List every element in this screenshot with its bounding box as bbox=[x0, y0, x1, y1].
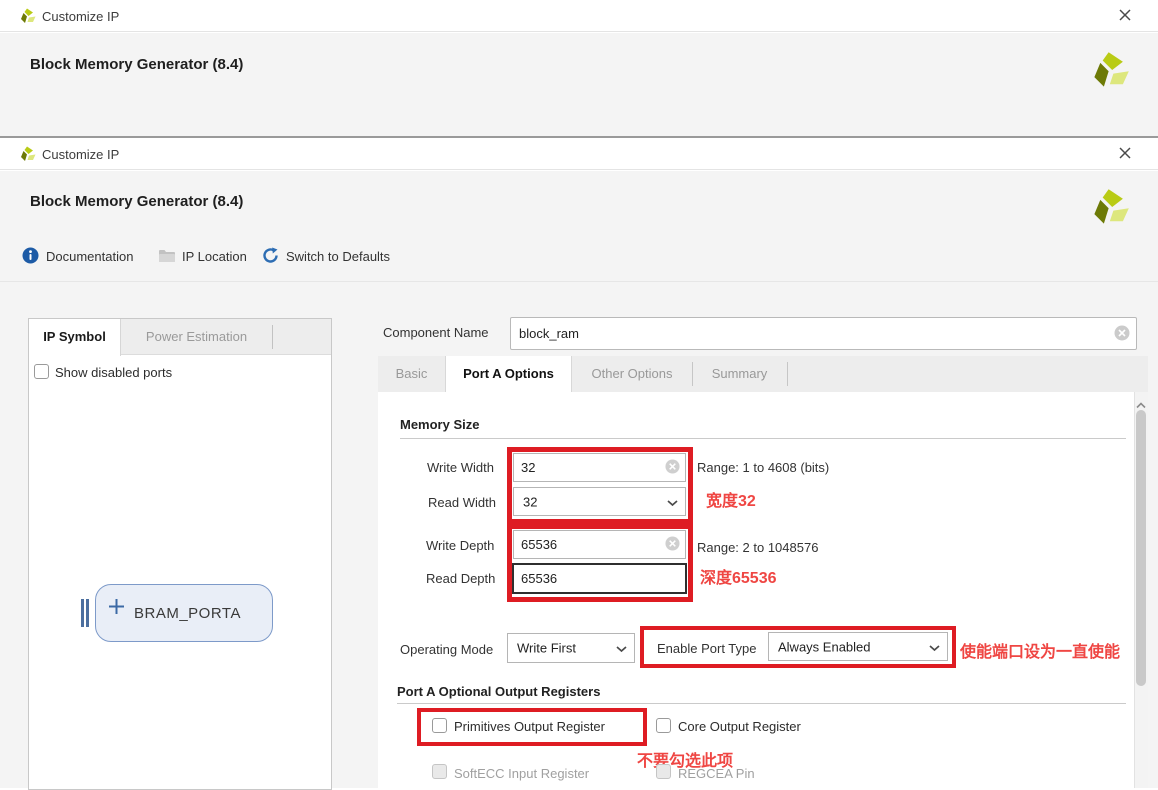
toolbar-divider bbox=[0, 281, 1158, 282]
close-icon[interactable] bbox=[1118, 8, 1136, 26]
enable-port-type-label: Enable Port Type bbox=[657, 641, 757, 656]
regcea-pin-checkbox bbox=[656, 764, 671, 779]
expand-plus-icon[interactable] bbox=[108, 598, 125, 618]
bram-porta-block[interactable]: BRAM_PORTA bbox=[95, 584, 273, 642]
regcea-pin-label: REGCEA Pin bbox=[678, 766, 755, 781]
read-width-label: Read Width bbox=[428, 495, 496, 510]
front-window-title: Customize IP bbox=[42, 147, 119, 162]
output-registers-heading: Port A Optional Output Registers bbox=[397, 684, 600, 699]
show-disabled-ports-label: Show disabled ports bbox=[55, 365, 172, 380]
core-output-register-label: Core Output Register bbox=[678, 719, 801, 734]
softecc-input-register-checkbox bbox=[432, 764, 447, 779]
xilinx-logo-icon bbox=[20, 146, 36, 165]
section-rule bbox=[400, 438, 1126, 439]
write-width-range: Range: 1 to 4608 (bits) bbox=[697, 460, 829, 475]
operating-mode-dropdown[interactable]: Write First bbox=[507, 633, 635, 663]
tab-summary[interactable]: Summary bbox=[692, 356, 787, 392]
read-width-dropdown[interactable]: 32 bbox=[513, 487, 686, 516]
write-width-input[interactable] bbox=[514, 454, 685, 481]
ip-location-button[interactable]: IP Location bbox=[182, 249, 247, 264]
clear-icon[interactable] bbox=[1114, 325, 1130, 344]
component-name-input[interactable] bbox=[511, 318, 1136, 349]
enable-port-annotation: 使能端口设为一直使能 bbox=[960, 638, 1120, 662]
tab-power-estimation[interactable]: Power Estimation bbox=[121, 319, 272, 355]
write-depth-input[interactable] bbox=[514, 531, 685, 558]
tab-ip-symbol[interactable]: IP Symbol bbox=[29, 319, 121, 356]
back-window-titlebar: Customize IP bbox=[0, 0, 1158, 32]
bus-stub bbox=[86, 599, 89, 627]
bus-stub bbox=[81, 599, 84, 627]
back-window-body: Block Memory Generator (8.4) bbox=[0, 33, 1158, 136]
xilinx-logo-icon bbox=[1092, 51, 1130, 92]
scrollbar-thumb[interactable] bbox=[1136, 410, 1146, 686]
clear-icon[interactable] bbox=[665, 536, 680, 554]
front-window-header: Block Memory Generator (8.4) bbox=[30, 193, 243, 210]
chevron-down-icon bbox=[667, 494, 678, 509]
close-icon[interactable] bbox=[1118, 146, 1136, 164]
tab-other-options[interactable]: Other Options bbox=[572, 356, 692, 392]
tab-separator bbox=[692, 362, 693, 386]
enable-port-type-dropdown[interactable]: Always Enabled bbox=[768, 632, 948, 661]
ip-symbol-panel: IP Symbol Power Estimation Show disabled… bbox=[28, 318, 332, 790]
component-name-field[interactable] bbox=[510, 317, 1137, 350]
read-depth-label: Read Depth bbox=[426, 571, 495, 586]
write-depth-label: Write Depth bbox=[426, 538, 494, 553]
xilinx-logo-icon bbox=[20, 8, 36, 27]
back-window-title: Customize IP bbox=[42, 9, 119, 24]
read-depth-input[interactable] bbox=[514, 565, 685, 592]
primitives-output-register-checkbox[interactable] bbox=[432, 718, 447, 733]
write-depth-field[interactable] bbox=[513, 530, 686, 559]
info-icon bbox=[22, 247, 39, 267]
write-width-label: Write Width bbox=[427, 460, 494, 475]
refresh-icon bbox=[262, 247, 279, 267]
enable-port-type-value: Always Enabled bbox=[778, 639, 871, 654]
show-disabled-ports-checkbox[interactable] bbox=[34, 364, 49, 379]
read-depth-field[interactable] bbox=[512, 563, 687, 594]
switch-to-defaults-button[interactable]: Switch to Defaults bbox=[286, 249, 390, 264]
write-width-field[interactable] bbox=[513, 453, 686, 482]
operating-mode-label: Operating Mode bbox=[400, 642, 493, 657]
depth-annotation: 深度65536 bbox=[700, 564, 777, 588]
primitives-output-register-label: Primitives Output Register bbox=[454, 719, 605, 734]
tab-port-a-options[interactable]: Port A Options bbox=[445, 356, 572, 393]
bram-porta-label: BRAM_PORTA bbox=[134, 605, 241, 622]
operating-mode-value: Write First bbox=[517, 641, 576, 656]
documentation-button[interactable]: Documentation bbox=[46, 249, 133, 264]
tab-basic[interactable]: Basic bbox=[378, 356, 445, 392]
tab-separator bbox=[787, 362, 788, 386]
core-output-register-checkbox[interactable] bbox=[656, 718, 671, 733]
tab-separator bbox=[272, 325, 273, 349]
width-annotation: 宽度32 bbox=[706, 487, 756, 511]
back-window-header: Block Memory Generator (8.4) bbox=[30, 56, 243, 73]
write-depth-range: Range: 2 to 1048576 bbox=[697, 540, 818, 555]
folder-icon bbox=[158, 249, 176, 266]
read-width-value: 32 bbox=[523, 494, 537, 509]
clear-icon[interactable] bbox=[665, 459, 680, 477]
memory-size-heading: Memory Size bbox=[400, 417, 479, 432]
softecc-input-register-label: SoftECC Input Register bbox=[454, 766, 589, 781]
front-window-titlebar: Customize IP bbox=[0, 138, 1158, 170]
section-rule bbox=[397, 703, 1126, 704]
xilinx-logo-icon bbox=[1092, 188, 1130, 229]
chevron-down-icon bbox=[929, 639, 940, 654]
component-name-label: Component Name bbox=[383, 325, 489, 340]
chevron-down-icon bbox=[616, 641, 627, 656]
